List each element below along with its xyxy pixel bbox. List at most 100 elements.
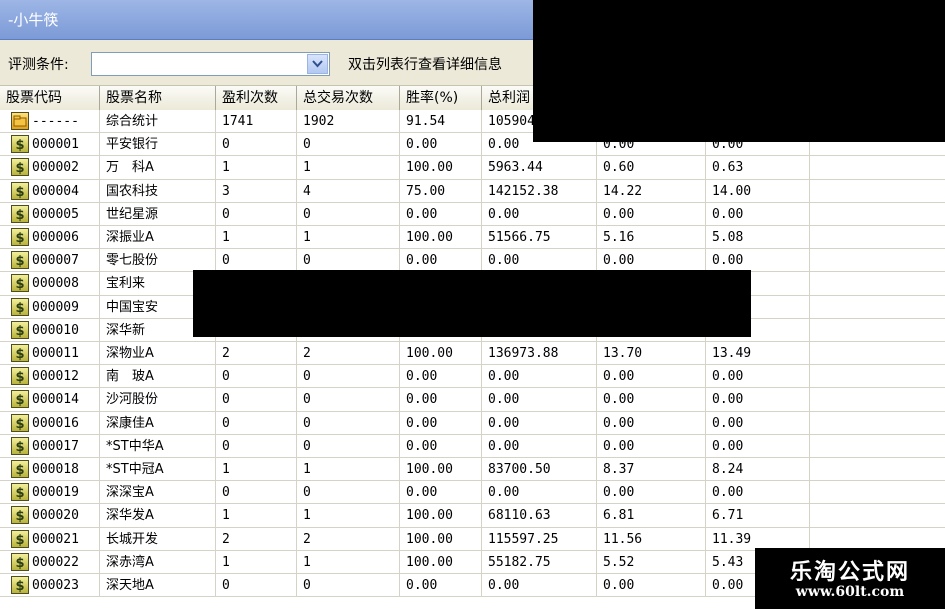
cell-wins: 0 xyxy=(216,365,297,389)
cell-profit: 0.00 xyxy=(482,411,597,435)
table-row[interactable]: $000007 零七股份 0 0 0.00 0.00 0.00 0.00 xyxy=(0,249,945,273)
cell-metric-a: 0.00 xyxy=(597,249,706,273)
cell-wins: 1 xyxy=(216,458,297,482)
cell-winrate: 91.54 xyxy=(400,110,482,134)
column-header-name[interactable]: 股票名称 xyxy=(100,86,216,110)
cell-wins: 2 xyxy=(216,527,297,551)
cell-profit: 68110.63 xyxy=(482,504,597,528)
cell-profit: 0.00 xyxy=(482,574,597,598)
filter-condition-combo[interactable] xyxy=(91,52,330,76)
cell-wins: 1 xyxy=(216,504,297,528)
cell-trades: 1 xyxy=(297,156,400,180)
cell-name: 深华发A xyxy=(100,504,216,528)
column-header-wins[interactable]: 盈利次数 xyxy=(216,86,297,110)
cell-trades: 1902 xyxy=(297,110,400,134)
cell-winrate: 100.00 xyxy=(400,156,482,180)
cell-code: 000023 xyxy=(0,574,100,598)
cell-winrate: 0.00 xyxy=(400,365,482,389)
table-row[interactable]: $000019 深深宝A 0 0 0.00 0.00 0.00 0.00 xyxy=(0,481,945,505)
cell-name: 万 科A xyxy=(100,156,216,180)
cell-metric-b: 13.49 xyxy=(706,342,810,366)
table-row[interactable]: $000005 世纪星源 0 0 0.00 0.00 0.00 0.00 xyxy=(0,202,945,226)
table-row[interactable]: $000004 国农科技 3 4 75.00 142152.38 14.22 14.00 xyxy=(0,179,945,203)
table-row[interactable]: $000006 深振业A 1 1 100.00 51566.75 5.16 5.08 xyxy=(0,226,945,250)
combo-dropdown-button[interactable] xyxy=(307,54,328,74)
cell-code: 000004 xyxy=(0,179,100,203)
table-row[interactable]: $000017 *ST中华A 0 0 0.00 0.00 0.00 0.00 xyxy=(0,434,945,458)
cell-winrate: 0.00 xyxy=(400,411,482,435)
cell-metric-b: 6.71 xyxy=(706,504,810,528)
stock-results-grid[interactable]: 股票代码 股票名称 盈利次数 总交易次数 胜率(%) 总利润 ------ 综合统计 1741… xyxy=(0,86,945,609)
cell-trades: 4 xyxy=(297,179,400,203)
cell-code: 000001 xyxy=(0,133,100,157)
chevron-down-icon xyxy=(312,60,323,68)
cell-metric-b: 5.08 xyxy=(706,226,810,250)
cell-filler xyxy=(810,435,945,458)
cell-trades: 1 xyxy=(297,504,400,528)
table-row[interactable]: $000011 深物业A 2 2 100.00 136973.88 13.70 13.49 xyxy=(0,342,945,366)
cell-metric-b: 0.00 xyxy=(706,388,810,412)
cell-code: 000006 xyxy=(0,226,100,250)
cell-name: 深深宝A xyxy=(100,481,216,505)
cell-trades: 1 xyxy=(297,226,400,250)
cell-code: 000011 xyxy=(0,342,100,366)
cell-metric-a: 0.00 xyxy=(597,388,706,412)
cell-winrate: 0.00 xyxy=(400,202,482,226)
cell-trades: 0 xyxy=(297,202,400,226)
cell-profit: 136973.88 xyxy=(482,342,597,366)
cell-winrate: 0.00 xyxy=(400,481,482,505)
cell-trades: 1 xyxy=(297,550,400,574)
cell-wins: 1741 xyxy=(216,110,297,134)
cell-name: 长城开发 xyxy=(100,527,216,551)
table-row[interactable]: $000012 南 玻A 0 0 0.00 0.00 0.00 0.00 xyxy=(0,365,945,389)
cell-winrate: 0.00 xyxy=(400,574,482,598)
cell-wins: 2 xyxy=(216,342,297,366)
redacted-region-top-right xyxy=(533,0,945,142)
cell-winrate: 0.00 xyxy=(400,249,482,273)
cell-name: 深振业A xyxy=(100,226,216,250)
cell-code: 000022 xyxy=(0,550,100,574)
cell-name: 世纪星源 xyxy=(100,202,216,226)
column-header-winrate[interactable]: 胜率(%) xyxy=(400,86,482,110)
column-header-code[interactable]: 股票代码 xyxy=(0,86,100,110)
cell-name: 零七股份 xyxy=(100,249,216,273)
watermark-title: 乐淘公式网 xyxy=(789,560,910,585)
cell-wins: 0 xyxy=(216,202,297,226)
cell-code: 000007 xyxy=(0,249,100,273)
cell-code: 000017 xyxy=(0,434,100,458)
cell-winrate: 0.00 xyxy=(400,133,482,157)
cell-metric-a: 8.37 xyxy=(597,458,706,482)
cell-filler xyxy=(810,296,945,319)
cell-wins: 1 xyxy=(216,226,297,250)
table-row[interactable]: $000014 沙河股份 0 0 0.00 0.00 0.00 0.00 xyxy=(0,388,945,412)
cell-wins: 0 xyxy=(216,411,297,435)
cell-wins: 0 xyxy=(216,481,297,505)
cell-profit: 0.00 xyxy=(482,481,597,505)
table-row[interactable]: $000020 深华发A 1 1 100.00 68110.63 6.81 6.71 xyxy=(0,504,945,528)
cell-name: 深赤湾A xyxy=(100,550,216,574)
cell-filler xyxy=(810,226,945,250)
cell-name: 平安银行 xyxy=(100,133,216,157)
window-title: -小牛筷 xyxy=(8,11,59,29)
cell-metric-a: 0.00 xyxy=(597,411,706,435)
cell-winrate: 100.00 xyxy=(400,550,482,574)
cell-trades: 0 xyxy=(297,481,400,505)
cell-metric-a: 0.00 xyxy=(597,574,706,598)
table-row[interactable]: $000018 *ST中冠A 1 1 100.00 83700.50 8.37 8.24 xyxy=(0,458,945,482)
cell-code: 000019 xyxy=(0,481,100,505)
column-header-trades[interactable]: 总交易次数 xyxy=(297,86,400,110)
cell-wins: 0 xyxy=(216,388,297,412)
cell-trades: 2 xyxy=(297,342,400,366)
cell-metric-a: 13.70 xyxy=(597,342,706,366)
table-row[interactable]: $000002 万 科A 1 1 100.00 5963.44 0.60 0.63 xyxy=(0,156,945,180)
table-row[interactable]: $000016 深康佳A 0 0 0.00 0.00 0.00 0.00 xyxy=(0,411,945,435)
cell-filler xyxy=(810,342,945,366)
cell-filler xyxy=(810,156,945,180)
cell-name: 南 玻A xyxy=(100,365,216,389)
filter-condition-input[interactable] xyxy=(92,53,305,75)
cell-metric-b: 0.63 xyxy=(706,156,810,180)
cell-trades: 0 xyxy=(297,434,400,458)
cell-metric-a: 5.16 xyxy=(597,226,706,250)
cell-name: 深物业A xyxy=(100,342,216,366)
cell-winrate: 100.00 xyxy=(400,458,482,482)
